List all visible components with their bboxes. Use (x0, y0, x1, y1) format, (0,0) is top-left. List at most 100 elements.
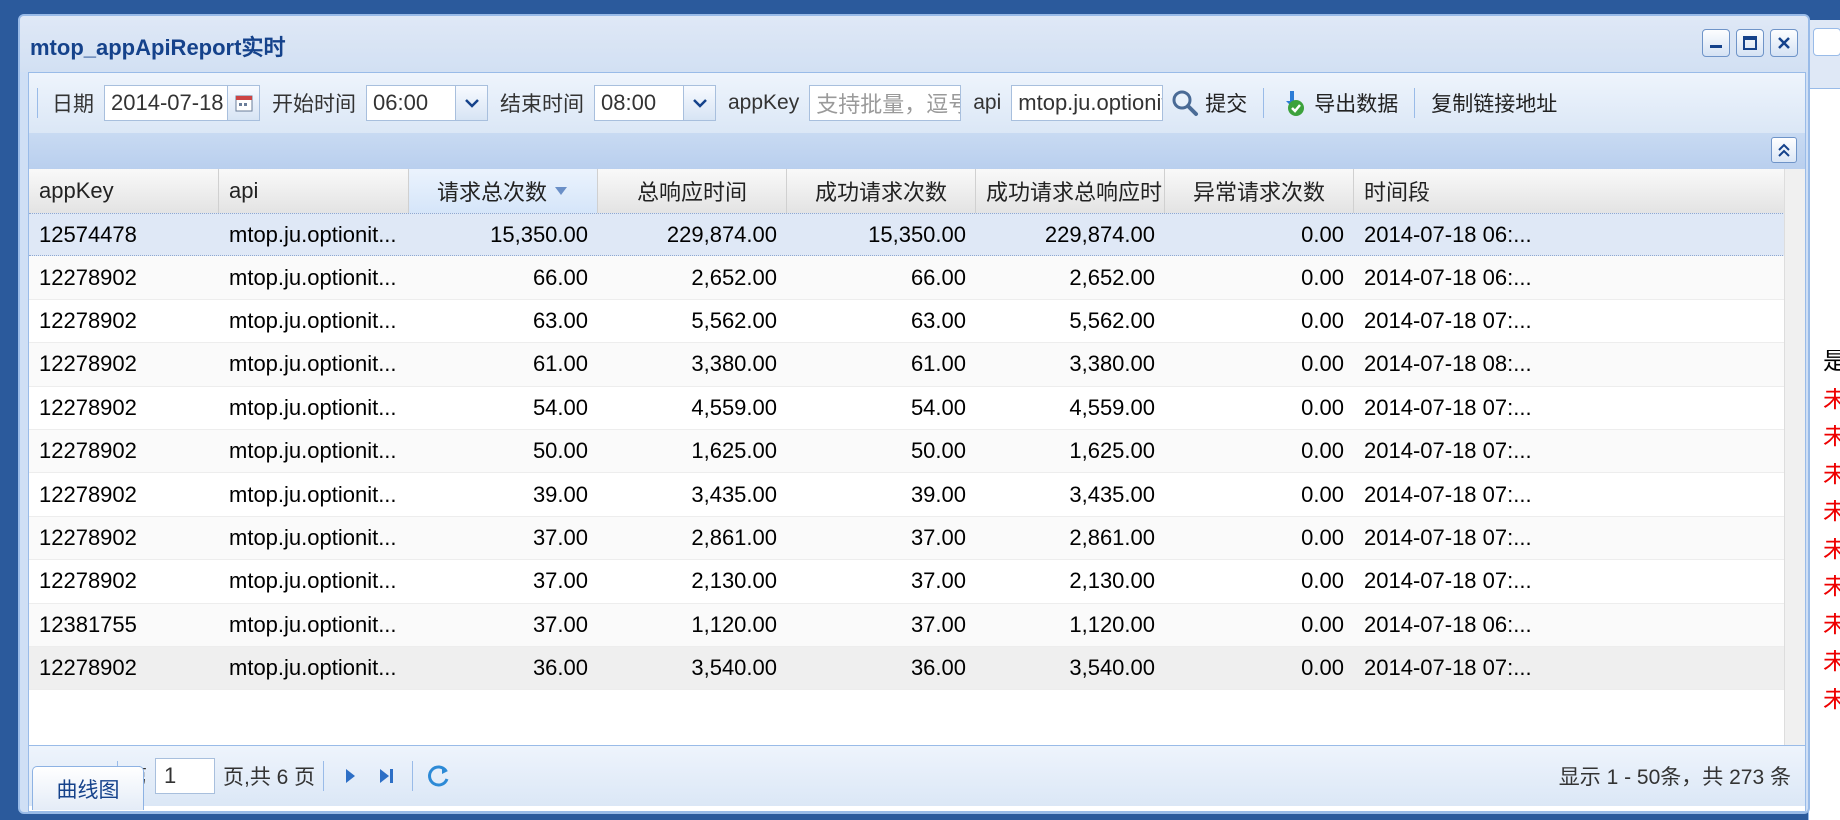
cell-total-response-time: 229,874.00 (666, 221, 777, 247)
copy-link-button[interactable]: 复制链接地址 (1423, 88, 1565, 118)
search-icon (1172, 90, 1199, 116)
cell-error-requests: 0.00 (1301, 611, 1344, 637)
page-number-input[interactable]: 1 (155, 758, 215, 794)
col-header-success-requests[interactable]: 成功请求次数 (787, 169, 976, 213)
close-button[interactable] (1770, 29, 1798, 57)
minimize-icon (1710, 45, 1722, 48)
date-field[interactable]: 2014-07-18 (104, 85, 228, 121)
cell-time-period: 2014-07-18 07:... (1364, 438, 1532, 464)
background-text: 是 (1823, 350, 1840, 374)
appkey-input[interactable]: 支持批量，逗号 (809, 85, 962, 121)
cell-success-response-time: 2,652.00 (1069, 264, 1155, 290)
cell-total-requests: 63.00 (532, 307, 588, 333)
cell-appkey: 12574478 (39, 221, 137, 247)
cell-appkey: 12278902 (39, 307, 137, 333)
table-row[interactable]: 12278902 mtop.ju.optionit... 50.00 1,625.00… (29, 429, 1785, 474)
next-page-button[interactable] (332, 758, 368, 794)
table-row[interactable]: 12381755 mtop.ju.optionit... 37.00 1,120.00… (29, 603, 1785, 647)
cell-success-response-time: 229,874.00 (1044, 221, 1155, 247)
start-time-field[interactable]: 06:00 (366, 85, 456, 121)
cell-success-response-time: 2,861.00 (1069, 524, 1155, 550)
cell-time-period: 2014-07-18 06:... (1364, 221, 1532, 247)
cell-error-requests: 0.00 (1301, 307, 1344, 333)
cell-appkey: 12278902 (39, 524, 137, 550)
last-page-button[interactable] (368, 758, 404, 794)
cell-total-response-time: 2,652.00 (691, 264, 777, 290)
cell-api: mtop.ju.optionit... (229, 264, 397, 290)
cell-error-requests: 0.00 (1301, 568, 1344, 594)
collapse-button[interactable] (1771, 137, 1797, 163)
table-row[interactable]: 12278902 mtop.ju.optionit... 54.00 4,559.00… (29, 387, 1785, 430)
cell-success-requests: 54.00 (910, 394, 966, 420)
chevron-down-icon (464, 99, 479, 108)
col-header-success-response-time[interactable]: 成功请求总响应时间 (976, 169, 1165, 213)
search-panel-bar (29, 133, 1805, 170)
tab-chart[interactable]: 曲线图 (32, 766, 144, 810)
col-header-api[interactable]: api (219, 169, 409, 213)
cell-total-response-time: 1,625.00 (691, 438, 777, 464)
table-row[interactable]: 12278902 mtop.ju.optionit... 39.00 3,435.00… (29, 473, 1785, 517)
cell-error-requests: 0.00 (1301, 655, 1344, 681)
end-time-dropdown[interactable] (684, 85, 716, 121)
cell-total-response-time: 5,562.00 (691, 307, 777, 333)
minimize-button[interactable] (1702, 29, 1730, 57)
cell-success-response-time: 3,435.00 (1069, 481, 1155, 507)
report-panel: 日期 2014-07-18 开始时间 06:00 结束时间 08:00 appK… (28, 72, 1806, 812)
cell-time-period: 2014-07-18 07:... (1364, 481, 1532, 507)
vertical-scrollbar[interactable] (1784, 169, 1805, 747)
calendar-button[interactable] (228, 85, 260, 121)
cell-error-requests: 0.00 (1301, 351, 1344, 377)
submit-button[interactable]: 提交 (1163, 88, 1255, 118)
calendar-icon (235, 95, 252, 112)
background-text: 未 (1823, 425, 1840, 449)
table-row[interactable]: 12278902 mtop.ju.optionit... 66.00 2,652.00… (29, 256, 1785, 300)
col-header-error-requests[interactable]: 异常请求次数 (1165, 169, 1354, 213)
cell-total-response-time: 2,130.00 (691, 568, 777, 594)
col-header-time-period[interactable]: 时间段 (1354, 169, 1585, 213)
cell-api: mtop.ju.optionit... (229, 568, 397, 594)
cell-success-response-time: 1,625.00 (1069, 438, 1155, 464)
cell-error-requests: 0.00 (1301, 264, 1344, 290)
cell-appkey: 12278902 (39, 568, 137, 594)
start-time-dropdown[interactable] (456, 85, 488, 121)
table-row[interactable]: 12278902 mtop.ju.optionit... 37.00 2,861.00… (29, 516, 1785, 561)
cell-total-requests: 61.00 (532, 351, 588, 377)
cell-success-requests: 15,350.00 (868, 221, 966, 247)
table-row[interactable]: 12574478 mtop.ju.optionit... 15,350.00 229,… (29, 213, 1785, 257)
toolbar-separator (37, 88, 38, 118)
export-label: 导出数据 (1314, 93, 1399, 116)
cell-success-response-time: 1,120.00 (1069, 611, 1155, 637)
cell-api: mtop.ju.optionit... (229, 351, 397, 377)
cell-success-requests: 37.00 (910, 568, 966, 594)
cell-success-requests: 61.00 (910, 351, 966, 377)
cell-time-period: 2014-07-18 07:... (1364, 568, 1532, 594)
cell-total-requests: 15,350.00 (490, 221, 588, 247)
table-row[interactable]: 12278902 mtop.ju.optionit... 37.00 2,130.00… (29, 560, 1785, 604)
filter-toolbar: 日期 2014-07-18 开始时间 06:00 结束时间 08:00 appK… (29, 73, 1805, 134)
maximize-button[interactable] (1736, 29, 1764, 57)
refresh-button[interactable] (421, 758, 457, 794)
table-row[interactable]: 12278902 mtop.ju.optionit... 61.00 3,380.00… (29, 343, 1785, 387)
appkey-label: appKey (728, 91, 800, 114)
cell-success-response-time: 4,559.00 (1069, 394, 1155, 420)
table-row[interactable]: 12278902 mtop.ju.optionit... 63.00 5,562.00… (29, 300, 1785, 344)
refresh-icon (428, 765, 449, 787)
grid-body: 12574478 mtop.ju.optionit... 15,350.00 229,… (29, 213, 1785, 745)
cell-error-requests: 0.00 (1301, 524, 1344, 550)
end-time-field[interactable]: 08:00 (594, 85, 684, 121)
cell-total-requests: 37.00 (532, 568, 588, 594)
maximize-icon (1743, 36, 1757, 50)
cell-total-requests: 66.00 (532, 264, 588, 290)
toolbar-separator (1263, 88, 1265, 118)
col-header-total-response-time[interactable]: 总响应时间 (598, 169, 787, 213)
cell-total-requests: 37.00 (532, 524, 588, 550)
api-input[interactable]: mtop.ju.optionit (1011, 85, 1164, 121)
cell-success-requests: 66.00 (910, 264, 966, 290)
export-button[interactable]: 导出数据 (1272, 88, 1406, 118)
background-minimize-icon[interactable] (1813, 28, 1840, 56)
start-time-label: 开始时间 (272, 93, 356, 116)
cell-success-response-time: 5,562.00 (1069, 307, 1155, 333)
col-header-total-requests[interactable]: 请求总次数 (409, 169, 598, 213)
col-header-appkey[interactable]: appKey (29, 169, 219, 213)
table-row[interactable]: 12278902 mtop.ju.optionit... 36.00 3,540.00… (29, 646, 1785, 691)
